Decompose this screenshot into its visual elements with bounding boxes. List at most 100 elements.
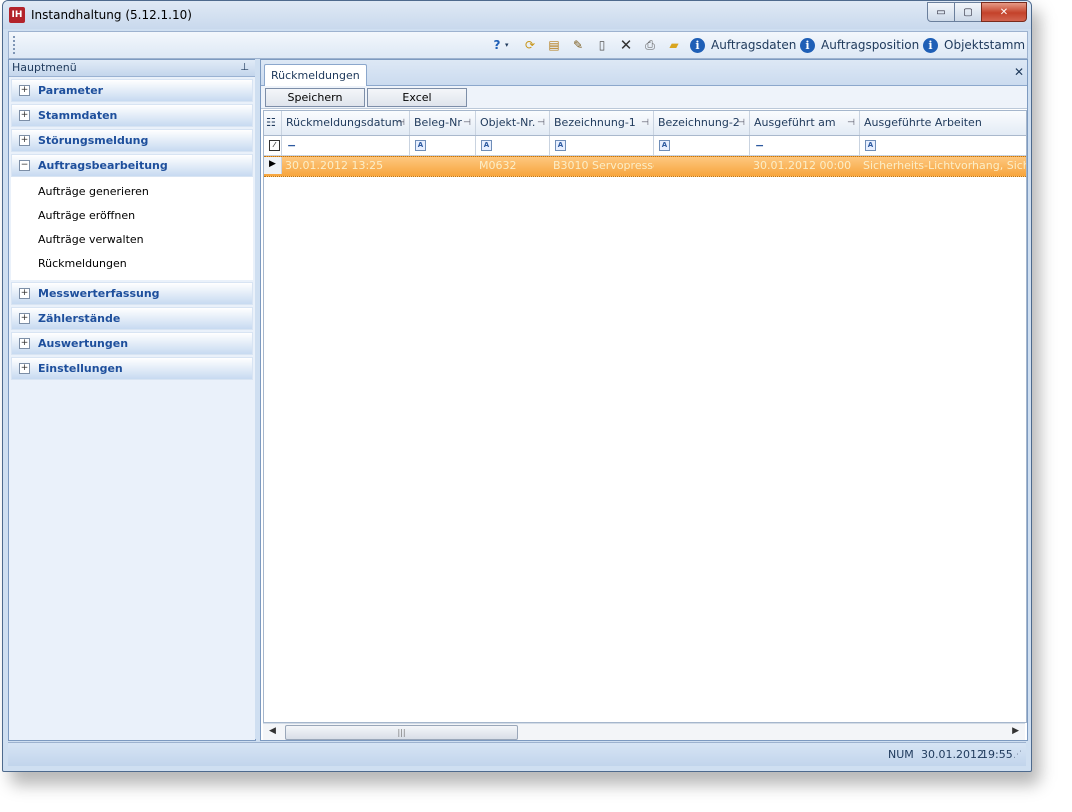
objektstamm-button[interactable]: i Objektstamm — [923, 36, 1025, 54]
print-icon: ⎙ — [645, 38, 655, 52]
menu-item-auftraege-eroeffnen[interactable]: Aufträge eröffnen — [11, 204, 253, 228]
expand-icon[interactable]: + — [19, 338, 30, 349]
maximize-button[interactable]: ▢ — [954, 2, 982, 22]
column-header-label: Objekt-Nr. — [480, 116, 536, 129]
open-folder-icon: ▰ — [669, 38, 679, 52]
table-row[interactable]: ▶ 30.01.2012 13:25 M0632 B3010 Servopres… — [264, 156, 1026, 177]
clear-filter-icon[interactable]: ⁄ — [264, 136, 282, 155]
pin-icon[interactable]: ⊣ — [463, 111, 471, 135]
table-cell[interactable] — [654, 157, 750, 174]
delete-button[interactable]: ✕ — [618, 36, 634, 54]
help-button[interactable]: ? ▾ — [489, 36, 509, 54]
filter-cell-beleg-nr[interactable]: A — [410, 136, 476, 155]
menu-item-rueckmeldungen[interactable]: Rückmeldungen — [11, 252, 253, 276]
expand-icon[interactable]: + — [19, 363, 30, 374]
data-grid: ☷ Rückmeldungsdatum ⊣ Beleg-Nr ⊣ Objekt-Nr… — [263, 110, 1027, 723]
pin-icon[interactable]: ⊣ — [641, 111, 649, 135]
filter-operator-icon[interactable]: − — [755, 140, 764, 151]
main-menu-panel: Hauptmenü ⊥ + Parameter + Stammdaten + Stör… — [8, 59, 256, 741]
expand-icon[interactable]: + — [19, 288, 30, 299]
column-header-ausgefuehrte-arbeiten[interactable]: Ausgeführte Arbeiten — [860, 111, 1026, 135]
menu-group-label: Auswertungen — [38, 337, 129, 350]
row-indicator-icon[interactable]: ▶ — [264, 157, 282, 174]
menu-group-label: Stammdaten — [38, 109, 118, 122]
menu-group-einstellungen[interactable]: + Einstellungen — [11, 357, 253, 380]
filter-cell-rueckmeldungsdatum[interactable]: − — [282, 136, 410, 155]
filter-cell-objekt-nr[interactable]: A — [476, 136, 550, 155]
expand-icon[interactable]: + — [19, 135, 30, 146]
expand-icon[interactable]: + — [19, 313, 30, 324]
menu-group-label: Auftragsbearbeitung — [38, 159, 168, 172]
menu-group-stoerungsmeldung[interactable]: + Störungsmeldung — [11, 129, 253, 152]
table-cell[interactable]: M0632 — [476, 157, 550, 174]
table-cell[interactable]: 30.01.2012 13:25 — [282, 157, 410, 174]
new-document-button[interactable]: ▯ — [594, 36, 610, 54]
column-chooser-icon[interactable]: ☷ — [264, 111, 282, 135]
filter-text-icon[interactable]: A — [555, 140, 566, 151]
table-cell[interactable]: B3010 Servopresse — [550, 157, 654, 174]
num-lock-indicator: NUM — [888, 748, 914, 761]
filter-text-icon[interactable]: A — [659, 140, 670, 151]
title-bar[interactable]: IH Instandhaltung (5.12.1.10) ▭ ▢ ✕ — [3, 1, 1031, 29]
scrollbar-thumb[interactable]: ||| — [285, 725, 518, 740]
expand-icon[interactable]: + — [19, 85, 30, 96]
auftragsposition-button[interactable]: i Auftragsposition — [800, 36, 919, 54]
menu-group-label: Parameter — [38, 84, 104, 97]
table-cell[interactable] — [410, 157, 476, 174]
save-button[interactable]: Speichern — [265, 88, 365, 107]
minimize-button[interactable]: ▭ — [927, 2, 955, 22]
close-window-button[interactable]: ✕ — [981, 2, 1027, 22]
menu-group-stammdaten[interactable]: + Stammdaten — [11, 104, 253, 127]
column-header-ausgefuehrt-am[interactable]: Ausgeführt am ⊣ — [750, 111, 860, 135]
menu-group-auftragsbearbeitung[interactable]: − Auftragsbearbeitung — [11, 154, 253, 177]
scroll-left-icon[interactable]: ◀ — [269, 726, 276, 736]
column-header-objekt-nr[interactable]: Objekt-Nr. ⊣ — [476, 111, 550, 135]
open-folder-button[interactable]: ▰ — [666, 36, 682, 54]
filter-text-icon[interactable]: A — [415, 140, 426, 151]
filter-cell-ausgefuehrte-arbeiten[interactable]: A — [860, 136, 1026, 155]
edit-properties-button[interactable]: ▤ — [546, 36, 562, 54]
filter-cell-bezeichnung-2[interactable]: A — [654, 136, 750, 155]
column-header-label: Ausgeführt am — [754, 116, 836, 129]
menu-item-auftraege-verwalten[interactable]: Aufträge verwalten — [11, 228, 253, 252]
column-header-bezeichnung-2[interactable]: Bezeichnung-2 ⊣ — [654, 111, 750, 135]
table-cell[interactable]: 30.01.2012 00:00 — [750, 157, 860, 174]
pin-icon[interactable]: ⊣ — [847, 111, 855, 135]
scroll-right-icon[interactable]: ▶ — [1012, 726, 1019, 736]
menu-item-auftraege-generieren[interactable]: Aufträge generieren — [11, 180, 253, 204]
menu-group-auswertungen[interactable]: + Auswertungen — [11, 332, 253, 355]
menu-group-messwerterfassung[interactable]: + Messwerterfassung — [11, 282, 253, 305]
horizontal-scrollbar[interactable]: ◀ ||| ▶ — [263, 723, 1025, 740]
filter-text-icon[interactable]: A — [481, 140, 492, 151]
collapse-icon[interactable]: − — [19, 160, 30, 171]
filter-operator-icon[interactable]: − — [287, 140, 296, 151]
table-cell[interactable]: Sicherheits-Lichtvorhang, Sichern — [860, 157, 1026, 174]
pin-icon[interactable]: ⊣ — [397, 111, 405, 135]
menu-group-parameter[interactable]: + Parameter — [11, 79, 253, 102]
excel-export-button[interactable]: Excel — [367, 88, 467, 107]
expand-icon[interactable]: + — [19, 110, 30, 121]
main-menu-header: Hauptmenü ⊥ — [9, 60, 255, 77]
edit-properties-icon: ▤ — [548, 38, 560, 52]
pin-icon[interactable]: ⊣ — [737, 111, 745, 135]
edit-button[interactable]: ✎ — [570, 36, 586, 54]
filter-text-icon[interactable]: A — [865, 140, 876, 151]
filter-cell-ausgefuehrt-am[interactable]: − — [750, 136, 860, 155]
filter-cell-bezeichnung-1[interactable]: A — [550, 136, 654, 155]
pin-icon[interactable]: ⊥ — [240, 60, 249, 76]
print-button[interactable]: ⎙ — [642, 36, 658, 54]
close-tab-icon[interactable]: ✕ — [1014, 65, 1024, 79]
action-bar: Speichern Excel — [261, 86, 1027, 109]
column-header-rueckmeldungsdatum[interactable]: Rückmeldungsdatum ⊣ — [282, 111, 410, 135]
tab-rueckmeldungen[interactable]: Rückmeldungen — [264, 64, 367, 86]
column-header-beleg-nr[interactable]: Beleg-Nr ⊣ — [410, 111, 476, 135]
resize-grip-icon[interactable]: ⋰ — [1013, 750, 1022, 760]
window-controls: ▭ ▢ ✕ — [927, 2, 1027, 22]
column-header-bezeichnung-1[interactable]: Bezeichnung-1 ⊣ — [550, 111, 654, 135]
auftragsdaten-button[interactable]: i Auftragsdaten — [690, 36, 796, 54]
refresh-button[interactable]: ⟳ — [522, 36, 538, 54]
pin-icon[interactable]: ⊣ — [537, 111, 545, 135]
menu-group-zaehlerstaende[interactable]: + Zählerstände — [11, 307, 253, 330]
column-header-label: Beleg-Nr — [414, 116, 462, 129]
toolbar-grip[interactable] — [13, 36, 18, 54]
